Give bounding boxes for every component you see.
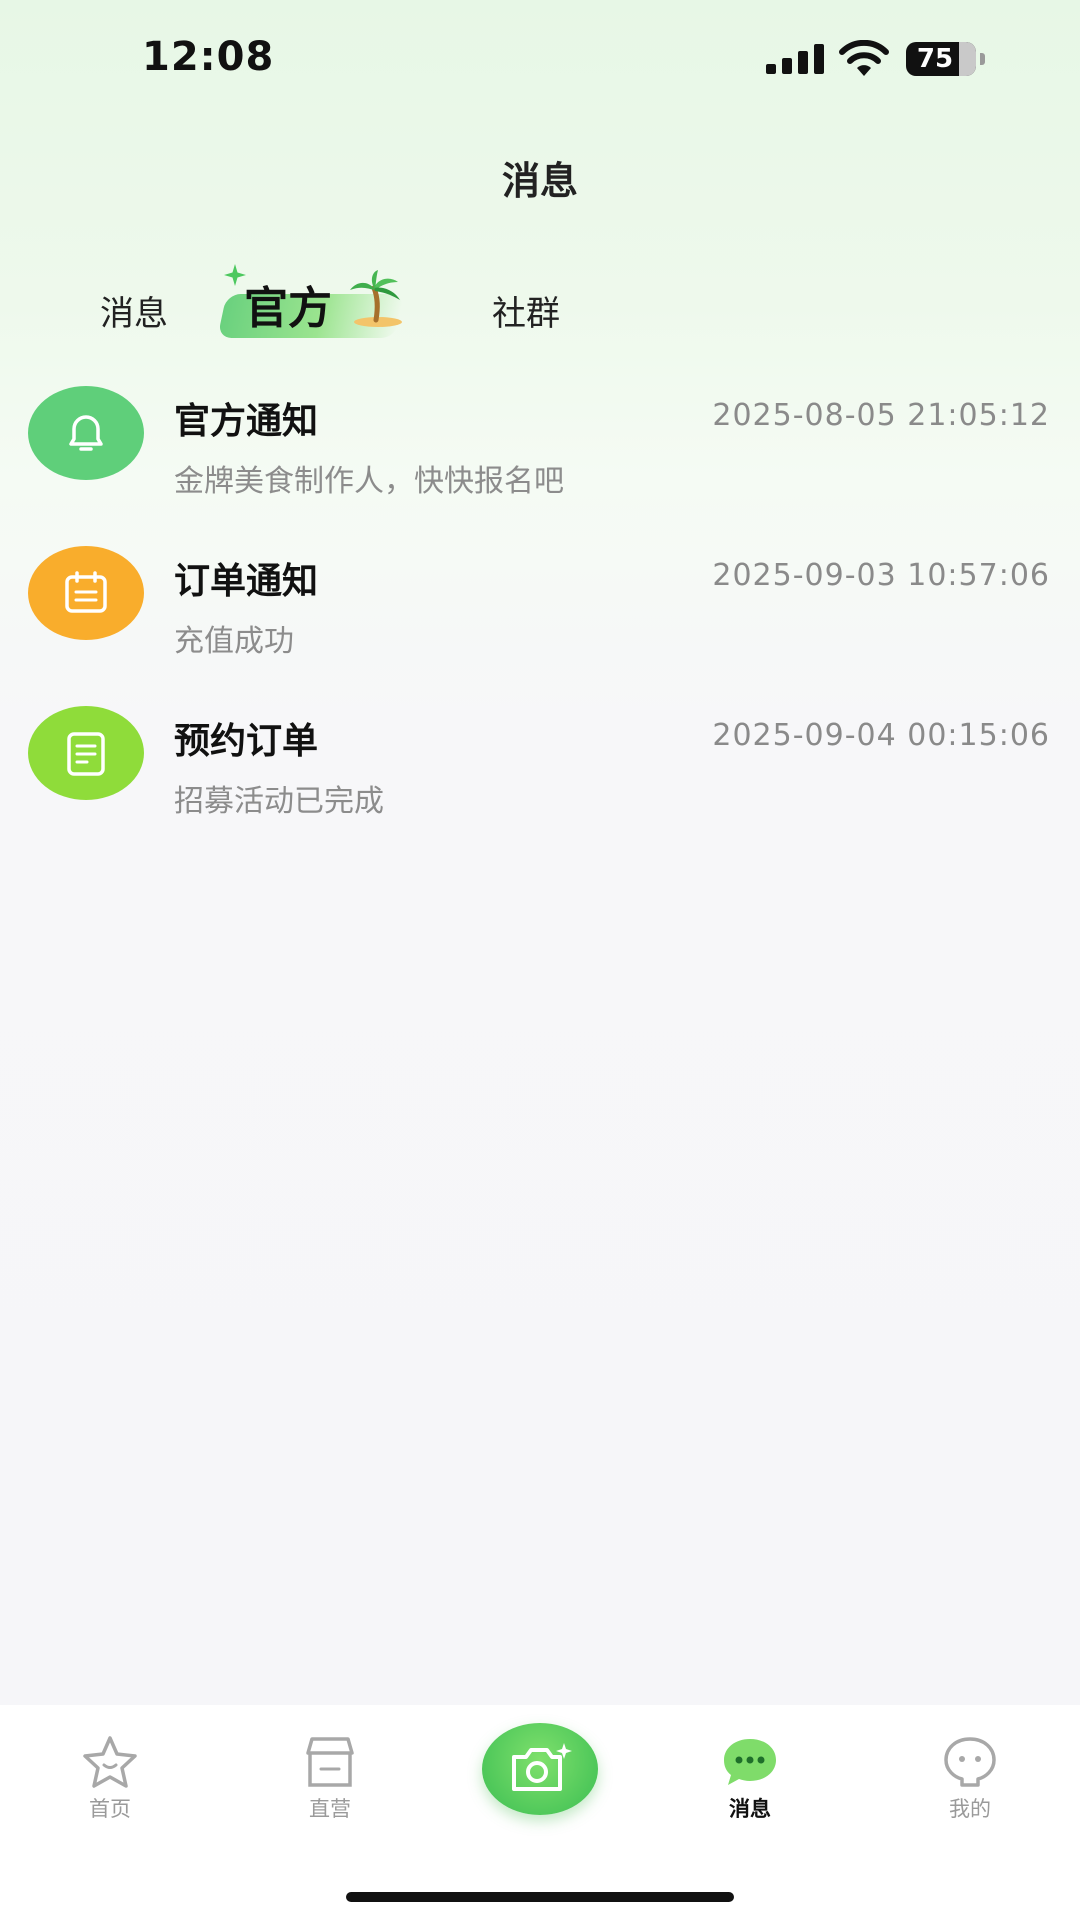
message-preview: 充值成功 <box>174 624 294 659</box>
official-notice-avatar <box>28 386 144 480</box>
message-tabs: 消息 官方 社群 <box>0 250 1080 350</box>
battery-tip <box>980 53 985 65</box>
tabbar-messages-label: 消息 <box>729 1797 771 1821</box>
store-icon <box>306 1737 354 1787</box>
home-indicator <box>346 1892 734 1902</box>
calendar-icon <box>65 571 107 613</box>
message-time: 2025-09-04 00:15:06 <box>712 718 1050 753</box>
order-notice-avatar <box>28 546 144 640</box>
message-preview: 招募活动已完成 <box>174 784 384 819</box>
message-preview: 金牌美食制作人，快快报名吧 <box>174 464 564 499</box>
palm-tree-icon <box>350 270 402 327</box>
battery-icon: 75 <box>906 42 976 76</box>
message-title: 官方通知 <box>174 401 319 442</box>
status-time: 12:08 <box>142 34 275 80</box>
list-item-official-notice[interactable]: 官方通知 2025-08-05 21:05:12 金牌美食制作人，快快报名吧 <box>0 370 1080 530</box>
list-item-order-notice[interactable]: 订单通知 2025-09-03 10:57:06 充值成功 <box>0 530 1080 690</box>
message-time: 2025-09-03 10:57:06 <box>712 558 1050 593</box>
message-list: 官方通知 2025-08-05 21:05:12 金牌美食制作人，快快报名吧 订… <box>0 370 1080 850</box>
camera-publish-button[interactable] <box>482 1723 598 1815</box>
tab-community[interactable]: 社群 <box>492 286 560 335</box>
battery-level: 75 <box>916 44 954 74</box>
tabbar-profile-label: 我的 <box>949 1797 991 1821</box>
star-face-icon <box>83 1736 137 1788</box>
tabbar-direct[interactable]: 直营 <box>270 1735 390 1825</box>
status-bar: 12:08 75 <box>0 0 1080 120</box>
sparkle-icon <box>224 264 246 286</box>
chat-bubble-icon <box>724 1739 776 1785</box>
list-item-reservation-order[interactable]: 预约订单 2025-09-04 00:15:06 招募活动已完成 <box>0 690 1080 850</box>
tabbar-home[interactable]: 首页 <box>50 1735 170 1825</box>
tabbar-direct-label: 直营 <box>309 1797 351 1821</box>
tabbar-home-label: 首页 <box>89 1797 131 1821</box>
reservation-order-avatar <box>28 706 144 800</box>
tab-messages[interactable]: 消息 <box>100 286 168 335</box>
tab-official[interactable]: 官方 <box>217 264 412 340</box>
cellular-signal-icon <box>766 44 824 74</box>
message-title: 订单通知 <box>174 561 319 602</box>
camera-sparkle-icon <box>512 1743 572 1791</box>
bell-icon <box>69 415 103 451</box>
message-time: 2025-08-05 21:05:12 <box>712 398 1050 433</box>
wifi-icon <box>839 40 889 76</box>
tab-official-label: 官方 <box>244 283 332 334</box>
message-title: 预约订单 <box>174 721 319 762</box>
profile-face-icon <box>944 1737 996 1787</box>
bottom-tab-bar: 首页 直营 消息 我的 <box>0 1705 1080 1920</box>
tabbar-profile[interactable]: 我的 <box>910 1735 1030 1825</box>
page-title: 消息 <box>501 159 578 203</box>
note-icon <box>67 732 105 776</box>
tabbar-messages[interactable]: 消息 <box>690 1735 810 1825</box>
